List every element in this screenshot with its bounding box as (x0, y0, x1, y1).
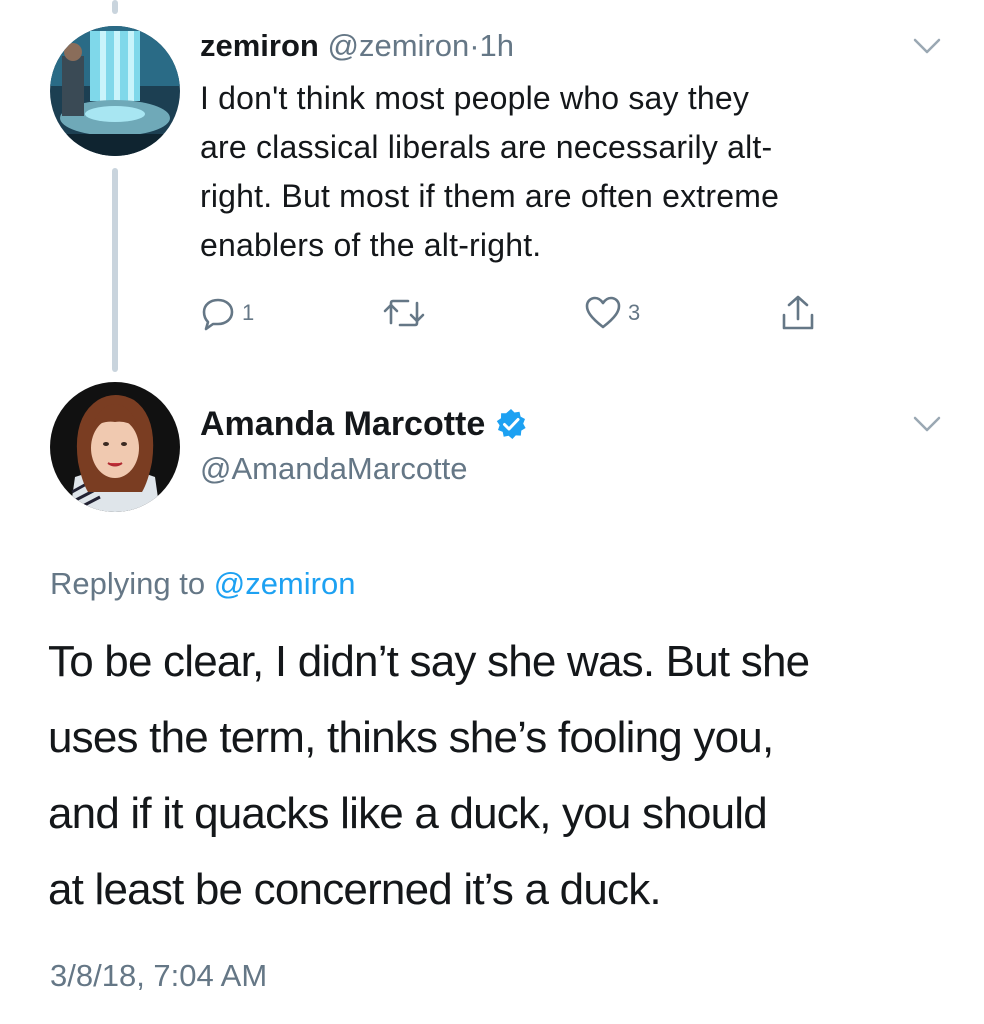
separator-dot: · (469, 28, 480, 63)
replying-prefix: Replying to (50, 566, 206, 601)
reply-icon (202, 298, 234, 331)
like-button[interactable]: 3 (584, 293, 640, 333)
tweet-text: To be clear, I didn’t say she was. But s… (48, 637, 810, 914)
author-handle[interactable]: @AmandaMarcotte (200, 448, 468, 490)
avatar[interactable] (50, 26, 180, 156)
tweet-menu-button[interactable] (912, 414, 942, 434)
verified-badge-icon (495, 408, 527, 440)
tweet-actions: 1 3 (0, 293, 984, 337)
author-name-row: Amanda Marcotte (200, 402, 527, 446)
mention-link[interactable]: @zemiron (214, 566, 356, 601)
retweet-icon (383, 299, 425, 327)
reply-button[interactable]: 1 (200, 293, 254, 333)
tweet-header: zemiron @zemiron·1h (200, 26, 514, 66)
share-icon (782, 295, 814, 330)
avatar[interactable] (50, 382, 180, 512)
share-button[interactable] (778, 293, 818, 333)
tweet-text: I don't think most people who say they a… (200, 80, 780, 263)
tweet-menu-button[interactable] (912, 36, 942, 56)
author-handle[interactable]: @zemiron (327, 28, 469, 63)
thread-line (112, 168, 118, 372)
retweet-button[interactable] (380, 293, 428, 333)
chevron-down-icon (913, 38, 941, 54)
chevron-down-icon (913, 416, 941, 432)
replying-to: Replying to @zemiron (50, 562, 355, 606)
tweet-timestamp[interactable]: 3/8/18, 7:04 AM (50, 954, 267, 998)
author-name[interactable]: Amanda Marcotte (200, 402, 485, 446)
author-name[interactable]: zemiron (200, 28, 319, 63)
reply-count: 1 (242, 300, 255, 325)
tweet-time[interactable]: 1h (480, 28, 514, 63)
thread-line-top (112, 0, 118, 14)
like-count: 3 (628, 300, 641, 325)
heart-icon (585, 296, 621, 329)
